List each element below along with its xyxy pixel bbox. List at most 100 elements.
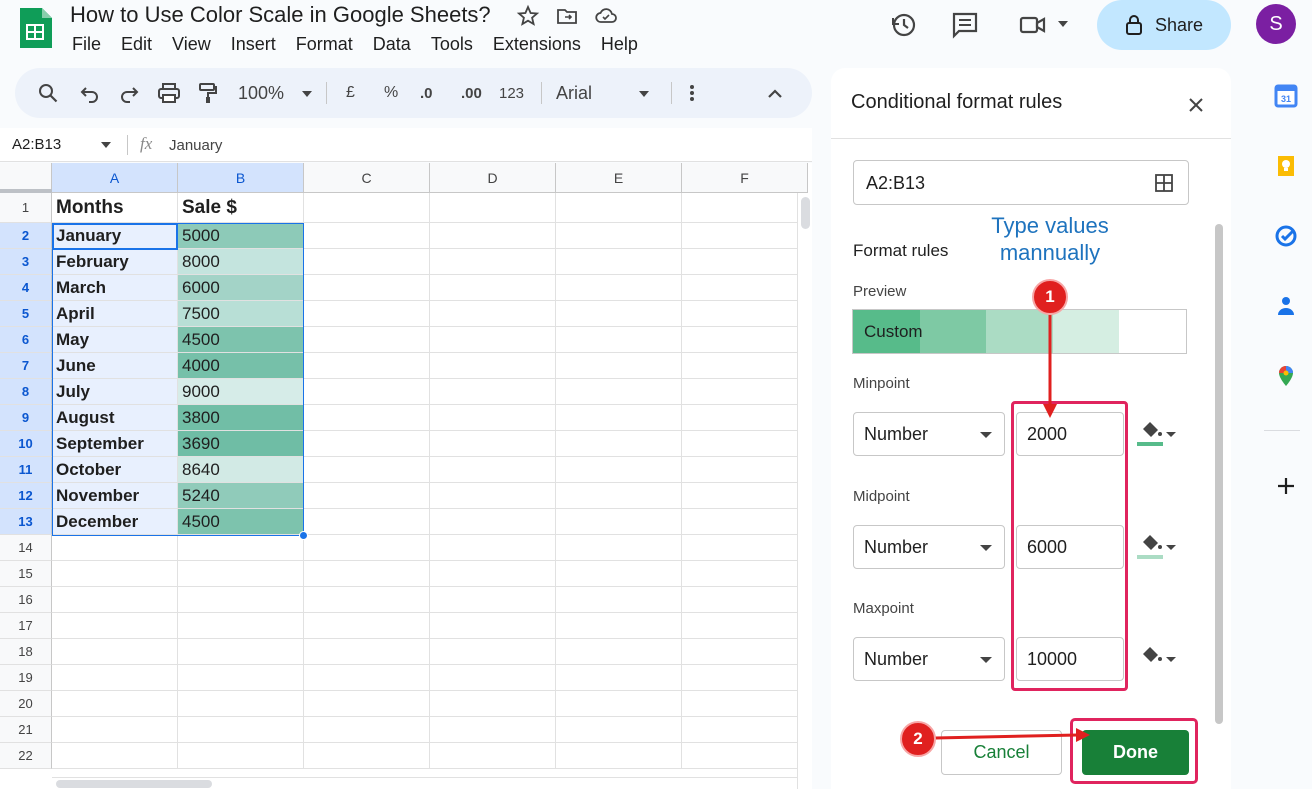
empty-cell[interactable]	[52, 613, 178, 639]
maps-icon[interactable]	[1274, 364, 1298, 388]
empty-cell[interactable]	[304, 193, 430, 223]
empty-cell[interactable]	[430, 193, 556, 223]
empty-cell[interactable]	[556, 193, 682, 223]
month-cell[interactable]: December	[52, 509, 178, 535]
empty-cell[interactable]	[304, 587, 430, 613]
row-header[interactable]: 9	[0, 405, 52, 431]
document-title[interactable]: How to Use Color Scale in Google Sheets?	[70, 2, 491, 28]
empty-cell[interactable]	[178, 561, 304, 587]
month-cell[interactable]: January	[52, 223, 178, 249]
sale-cell[interactable]: 3690	[178, 431, 304, 457]
percent-format-button[interactable]: %	[384, 80, 398, 106]
sale-cell[interactable]: 4500	[178, 327, 304, 353]
comments-icon[interactable]	[950, 10, 980, 40]
month-cell[interactable]: September	[52, 431, 178, 457]
chevron-up-icon[interactable]	[765, 80, 785, 106]
menu-extensions[interactable]: Extensions	[493, 34, 581, 55]
empty-cell[interactable]	[430, 405, 556, 431]
maxpoint-fill-color-button[interactable]	[1135, 640, 1185, 680]
calendar-icon[interactable]: 31	[1274, 84, 1298, 108]
empty-cell[interactable]	[556, 249, 682, 275]
row-header[interactable]: 10	[0, 431, 52, 457]
sale-cell[interactable]: 5000	[178, 223, 304, 249]
empty-cell[interactable]	[304, 691, 430, 717]
row-header[interactable]: 6	[0, 327, 52, 353]
empty-cell[interactable]	[682, 717, 808, 743]
empty-cell[interactable]	[682, 587, 808, 613]
empty-cell[interactable]	[52, 639, 178, 665]
month-cell[interactable]: May	[52, 327, 178, 353]
row-header[interactable]: 7	[0, 353, 52, 379]
empty-cell[interactable]	[304, 613, 430, 639]
add-icon[interactable]	[1274, 474, 1298, 498]
empty-cell[interactable]	[682, 431, 808, 457]
menu-insert[interactable]: Insert	[231, 34, 276, 55]
row-header[interactable]: 16	[0, 587, 52, 613]
empty-cell[interactable]	[556, 561, 682, 587]
empty-cell[interactable]	[178, 587, 304, 613]
increase-decimal-button[interactable]: .00	[461, 80, 482, 106]
empty-cell[interactable]	[430, 743, 556, 769]
empty-cell[interactable]	[682, 483, 808, 509]
minpoint-fill-color-button[interactable]	[1135, 415, 1185, 455]
empty-cell[interactable]	[52, 743, 178, 769]
empty-cell[interactable]	[682, 193, 808, 223]
empty-cell[interactable]	[556, 665, 682, 691]
sale-cell[interactable]: 4000	[178, 353, 304, 379]
share-button[interactable]: Share	[1097, 0, 1231, 50]
cancel-button[interactable]: Cancel	[941, 730, 1062, 775]
month-cell[interactable]: June	[52, 353, 178, 379]
row-header[interactable]: 11	[0, 457, 52, 483]
horizontal-scroll-thumb[interactable]	[56, 780, 212, 788]
horizontal-scrollbar[interactable]	[52, 777, 797, 789]
empty-cell[interactable]	[682, 665, 808, 691]
empty-cell[interactable]	[430, 535, 556, 561]
row-header[interactable]: 21	[0, 717, 52, 743]
empty-cell[interactable]	[304, 249, 430, 275]
month-cell[interactable]: March	[52, 275, 178, 301]
empty-cell[interactable]	[52, 587, 178, 613]
empty-cell[interactable]	[430, 613, 556, 639]
empty-cell[interactable]	[682, 275, 808, 301]
empty-cell[interactable]	[556, 639, 682, 665]
cloud-saved-icon[interactable]	[594, 4, 618, 28]
row-header[interactable]: 22	[0, 743, 52, 769]
empty-cell[interactable]	[52, 665, 178, 691]
sale-cell[interactable]: 9000	[178, 379, 304, 405]
empty-cell[interactable]	[682, 509, 808, 535]
vertical-scrollbar[interactable]	[797, 193, 812, 789]
empty-cell[interactable]	[556, 223, 682, 249]
empty-cell[interactable]	[304, 405, 430, 431]
empty-cell[interactable]	[430, 249, 556, 275]
empty-cell[interactable]	[430, 379, 556, 405]
empty-cell[interactable]	[304, 509, 430, 535]
empty-cell[interactable]	[304, 327, 430, 353]
empty-cell[interactable]	[304, 639, 430, 665]
sale-cell[interactable]: 3800	[178, 405, 304, 431]
minpoint-type-select[interactable]: Number	[853, 412, 1005, 456]
empty-cell[interactable]	[430, 561, 556, 587]
empty-cell[interactable]	[556, 587, 682, 613]
empty-cell[interactable]	[682, 327, 808, 353]
column-header-b[interactable]: B	[178, 163, 304, 193]
move-folder-icon[interactable]	[555, 4, 579, 28]
version-history-icon[interactable]	[889, 10, 919, 40]
empty-cell[interactable]	[556, 613, 682, 639]
midpoint-type-select[interactable]: Number	[853, 525, 1005, 569]
empty-cell[interactable]	[682, 223, 808, 249]
header-cell-sale[interactable]: Sale $	[178, 193, 304, 223]
empty-cell[interactable]	[430, 275, 556, 301]
empty-cell[interactable]	[430, 665, 556, 691]
empty-cell[interactable]	[52, 535, 178, 561]
empty-cell[interactable]	[52, 691, 178, 717]
empty-cell[interactable]	[52, 561, 178, 587]
empty-cell[interactable]	[430, 457, 556, 483]
empty-cell[interactable]	[178, 717, 304, 743]
empty-cell[interactable]	[304, 457, 430, 483]
sale-cell[interactable]: 5240	[178, 483, 304, 509]
zoom-select[interactable]: 100%	[238, 80, 284, 106]
fill-handle[interactable]	[299, 531, 308, 540]
empty-cell[interactable]	[556, 717, 682, 743]
sale-cell[interactable]: 8640	[178, 457, 304, 483]
row-header[interactable]: 18	[0, 639, 52, 665]
